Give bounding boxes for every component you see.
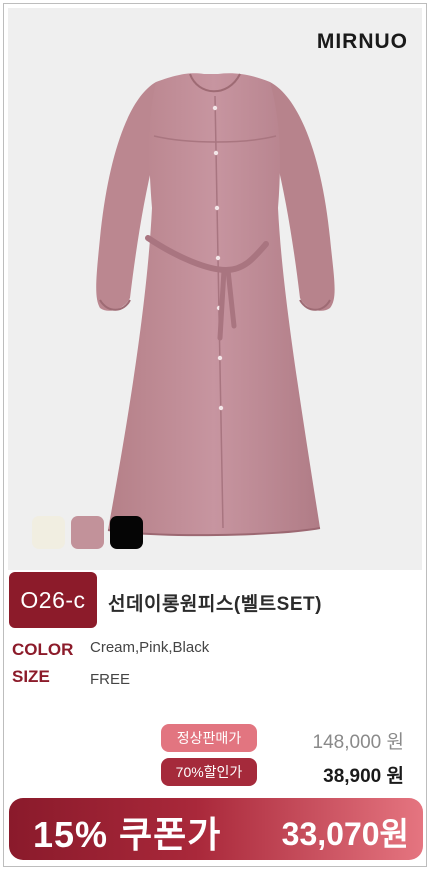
coupon-price-bar[interactable]: 15% 쿠폰가 33,070원 xyxy=(9,798,423,860)
swatch-black[interactable] xyxy=(110,516,143,549)
product-code-badge: O26-c xyxy=(9,572,97,628)
size-value: FREE xyxy=(90,671,131,688)
product-card[interactable]: MIRNUO O26-c 선데이롱원피스(벨트SET) COLOR Cream,… xyxy=(3,3,427,867)
dress-image xyxy=(96,73,335,537)
regular-price-pill: 정상판매가 xyxy=(161,724,257,752)
size-label: SIZE xyxy=(12,667,50,686)
discount-price-pill: 70%할인가 xyxy=(161,758,257,786)
brand-logo: MIRNUO xyxy=(316,30,408,53)
product-photo[interactable]: MIRNUO xyxy=(8,8,422,570)
regular-price: 148,000 원 xyxy=(312,732,404,753)
color-label: COLOR xyxy=(12,640,74,659)
discount-price: 38,900 원 xyxy=(323,766,404,787)
swatch-cream[interactable] xyxy=(32,516,65,549)
coupon-price: 33,070원 xyxy=(281,816,409,852)
color-value: Cream,Pink,Black xyxy=(90,639,210,656)
product-title[interactable]: 선데이롱원피스(벨트SET) xyxy=(108,589,322,616)
coupon-label: 15% 쿠폰가 xyxy=(33,814,222,855)
color-swatches xyxy=(32,516,143,549)
swatch-pink[interactable] xyxy=(71,516,104,549)
